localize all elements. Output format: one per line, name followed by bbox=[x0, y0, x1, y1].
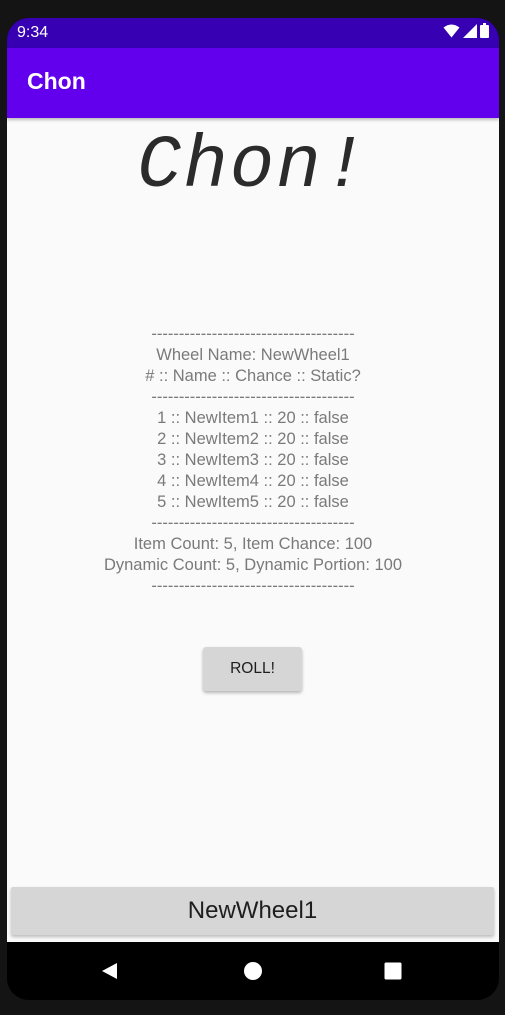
list-item: 4 :: NewItem4 :: 20 :: false bbox=[157, 472, 349, 490]
app-bar: Chon bbox=[7, 48, 499, 118]
list-item: 5 :: NewItem5 :: 20 :: false bbox=[157, 493, 349, 511]
status-bar: 9:34 bbox=[7, 18, 499, 48]
roll-button[interactable]: ROLL! bbox=[203, 647, 302, 691]
wheel-select-button[interactable]: NewWheel1 bbox=[11, 887, 494, 935]
back-icon[interactable] bbox=[96, 958, 122, 984]
wheel-name: Wheel Name: NewWheel1 bbox=[156, 346, 350, 364]
divider: ------------------------------------- bbox=[151, 514, 355, 532]
navigation-bar bbox=[7, 942, 499, 1000]
list-item: 1 :: NewItem1 :: 20 :: false bbox=[157, 409, 349, 427]
divider: ------------------------------------- bbox=[151, 388, 355, 406]
recents-icon[interactable] bbox=[380, 958, 406, 984]
status-icons bbox=[443, 23, 489, 43]
logo-text: Chon! bbox=[136, 125, 370, 209]
item-table-header: # :: Name :: Chance :: Static? bbox=[145, 367, 361, 385]
battery-icon bbox=[480, 23, 489, 43]
device-screen: 9:34 Chon Chon! ------------------------… bbox=[7, 18, 499, 1000]
list-item: 3 :: NewItem3 :: 20 :: false bbox=[157, 451, 349, 469]
status-time: 9:34 bbox=[17, 24, 49, 41]
cell-signal-icon bbox=[463, 23, 477, 43]
list-item: 2 :: NewItem2 :: 20 :: false bbox=[157, 430, 349, 448]
wheel-info: ------------------------------------- Wh… bbox=[7, 324, 499, 597]
home-icon[interactable] bbox=[240, 958, 266, 984]
main-content: Chon! ----------------------------------… bbox=[7, 118, 499, 942]
wifi-icon bbox=[443, 24, 460, 43]
app-title: Chon bbox=[27, 68, 86, 94]
dynamic-summary: Dynamic Count: 5, Dynamic Portion: 100 bbox=[103, 556, 403, 574]
divider: ------------------------------------- bbox=[151, 325, 355, 343]
item-summary: Item Count: 5, Item Chance: 100 bbox=[133, 535, 373, 553]
divider: ------------------------------------- bbox=[151, 577, 355, 595]
